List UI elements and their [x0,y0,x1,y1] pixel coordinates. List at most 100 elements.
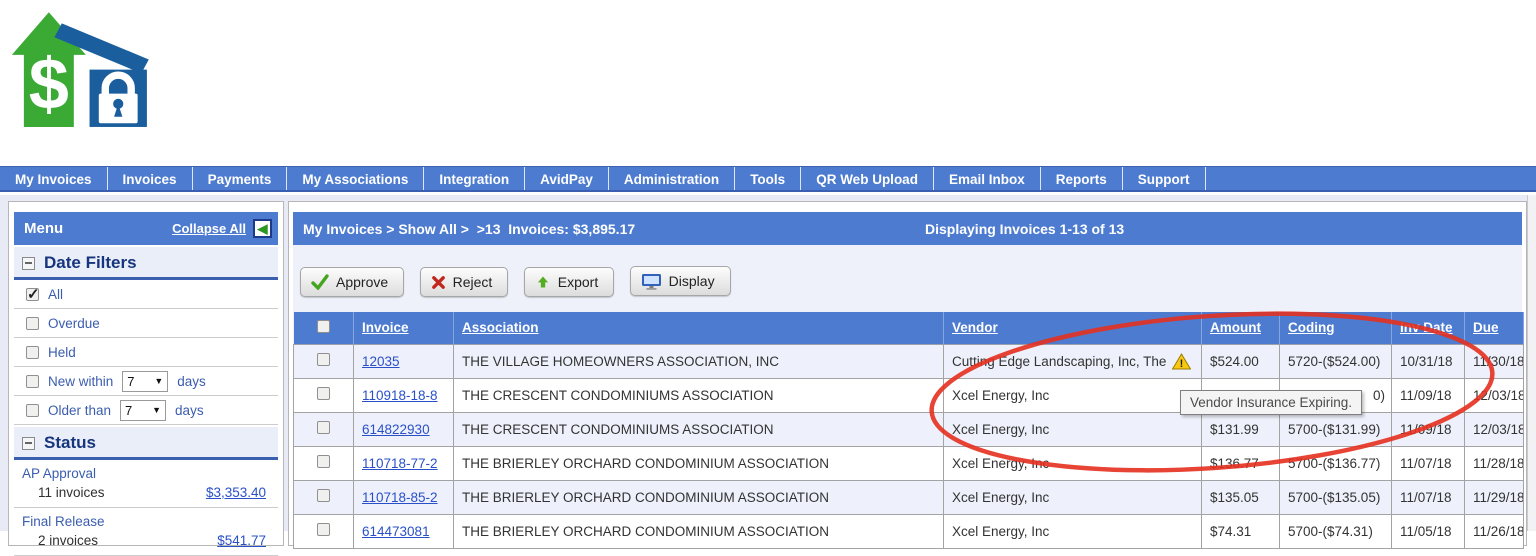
invoice-link[interactable]: 110918-18-8 [362,388,438,403]
sort-vendor[interactable]: Vendor [952,320,998,335]
vendor-cell: Xcel Energy, Inc [944,378,1202,412]
filter-label: Older than [48,403,111,418]
nav-tab-tools[interactable]: Tools [735,167,801,190]
approve-button[interactable]: Approve [300,267,404,297]
nav-tab-qr-web-upload[interactable]: QR Web Upload [801,167,934,190]
nav-tab-avidpay[interactable]: AvidPay [525,167,609,190]
all-checkbox[interactable] [26,288,39,301]
status-amount-link[interactable]: $541.77 [217,533,266,548]
status-name: AP Approval [14,460,278,483]
nav-tab-email-inbox[interactable]: Email Inbox [934,167,1041,190]
select-value: 7 [127,374,134,389]
filter-label-suffix: days [175,403,204,418]
nav-tab-administration[interactable]: Administration [609,167,735,190]
collapse-panel-icon[interactable]: ◀ [253,219,272,238]
association-cell: THE CRESCENT CONDOMINIUMS ASSOCIATION [454,412,944,446]
nav-tab-my-associations[interactable]: My Associations [287,167,424,190]
due-cell: 12/03/18 [1465,412,1524,446]
sort-amount[interactable]: Amount [1210,320,1261,335]
inv-date-cell: 11/09/18 [1392,412,1465,446]
row-checkbox[interactable] [317,455,330,468]
filter-label: Held [48,345,76,360]
due-cell: 11/28/18 [1465,446,1524,480]
coding-cell: 5700-($136.77) [1280,446,1392,480]
table-header-row: Invoice Association Vendor Amount Coding… [294,312,1524,344]
status-section-header: Status [14,427,278,460]
row-checkbox[interactable] [317,353,330,366]
association-cell: THE VILLAGE HOMEOWNERS ASSOCIATION, INC [454,344,944,378]
amount-cell: $524.00 [1202,344,1280,378]
vendor-insurance-tooltip: Vendor Insurance Expiring. [1180,390,1362,415]
export-label: Export [558,274,598,290]
sort-inv-date[interactable]: Inv Date [1400,320,1453,335]
filter-row-held: Held [14,338,278,367]
row-checkbox[interactable] [317,387,330,400]
status-amount-link[interactable]: $3,353.40 [206,485,266,500]
new-within-checkbox[interactable] [26,375,39,388]
sort-invoice[interactable]: Invoice [362,320,409,335]
invoice-link[interactable]: 614822930 [362,422,430,437]
breadcrumb[interactable]: My Invoices > Show All > >13 Invoices: $… [293,221,635,237]
filter-label-suffix: days [177,374,206,389]
filter-row-all: All [14,280,278,309]
table-row: 12035 THE VILLAGE HOMEOWNERS ASSOCIATION… [294,344,1524,378]
vendor-cell: Xcel Energy, Inc [944,412,1202,446]
dollar-lock-house-icon: $ [10,8,158,134]
older-than-days-select[interactable]: 7 ▼ [120,400,166,421]
vendor-cell: Xcel Energy, Inc [944,480,1202,514]
amount-cell: $131.99 [1202,412,1280,446]
invoices-table: Invoice Association Vendor Amount Coding… [293,312,1524,549]
vertical-scrollbar[interactable] [1527,195,1536,531]
status-count: 11 invoices [38,485,105,500]
sort-coding[interactable]: Coding [1288,320,1335,335]
nav-tab-integration[interactable]: Integration [424,167,525,190]
invoice-link[interactable]: 12035 [362,354,400,369]
invoice-link[interactable]: 614473081 [362,524,430,539]
overdue-checkbox[interactable] [26,317,39,330]
row-checkbox[interactable] [317,523,330,536]
sort-association[interactable]: Association [462,320,539,335]
collapse-section-icon[interactable] [22,437,35,450]
display-button[interactable]: Display [630,266,731,296]
invoice-link[interactable]: 110718-77-2 [362,456,438,471]
reject-label: Reject [453,274,493,290]
main-nav: My Invoices Invoices Payments My Associa… [0,166,1536,192]
vendor-name: Cutting Edge Landscaping, Inc, The [952,354,1166,369]
filter-row-older-than: Older than 7 ▼ days [14,396,278,425]
table-row: 110718-85-2 THE BRIERLEY ORCHARD CONDOMI… [294,480,1524,514]
nav-tab-invoices[interactable]: Invoices [108,167,193,190]
nav-tab-payments[interactable]: Payments [193,167,288,190]
export-button[interactable]: Export [524,267,614,297]
invoice-link[interactable]: 110718-85-2 [362,490,438,505]
table-row: 614473081 THE BRIERLEY ORCHARD CONDOMINI… [294,514,1524,548]
row-checkbox[interactable] [317,421,330,434]
filter-row-overdue: Overdue [14,309,278,338]
coding-cell: 5720-($524.00) [1280,344,1392,378]
sort-due[interactable]: Due [1473,320,1499,335]
nav-tab-my-invoices[interactable]: My Invoices [0,167,108,190]
due-cell: 11/30/18 [1465,344,1524,378]
vendor-cell: Xcel Energy, Inc [944,514,1202,548]
inv-date-cell: 11/07/18 [1392,480,1465,514]
inv-date-cell: 10/31/18 [1392,344,1465,378]
held-checkbox[interactable] [26,346,39,359]
reject-button[interactable]: Reject [420,267,509,297]
vendor-cell: Cutting Edge Landscaping, Inc, The ! [944,344,1202,378]
nav-tab-reports[interactable]: Reports [1041,167,1123,190]
invoices-panel: My Invoices > Show All > >13 Invoices: $… [288,201,1527,546]
older-than-checkbox[interactable] [26,404,39,417]
association-cell: THE BRIERLEY ORCHARD CONDOMINIUM ASSOCIA… [454,514,944,548]
collapse-all-link[interactable]: Collapse All [172,221,246,236]
breadcrumb-bar: My Invoices > Show All > >13 Invoices: $… [293,212,1522,245]
select-all-checkbox[interactable] [317,320,330,333]
approve-label: Approve [336,274,388,290]
row-checkbox[interactable] [317,489,330,502]
content-body: Approve Reject Export Display [293,245,1522,533]
warning-triangle-icon[interactable]: ! [1172,353,1191,370]
collapse-section-icon[interactable] [22,257,35,270]
new-within-days-select[interactable]: 7 ▼ [122,371,168,392]
vendor-cell: Xcel Energy, Inc [944,446,1202,480]
filter-label: Overdue [48,316,100,331]
nav-tab-support[interactable]: Support [1123,167,1206,190]
filter-row-new-within: New within 7 ▼ days [14,367,278,396]
